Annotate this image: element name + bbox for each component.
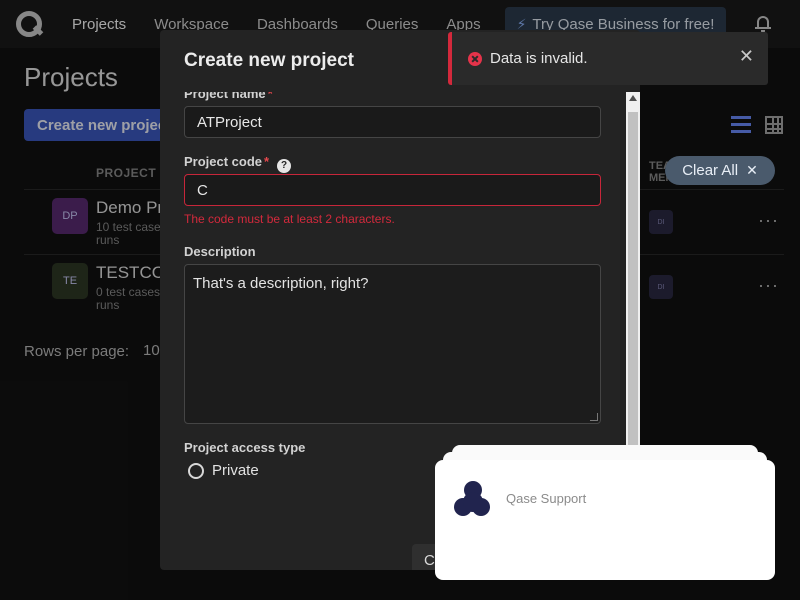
qase-support-logo-icon <box>453 480 493 520</box>
description-label: Description <box>184 244 256 259</box>
help-icon[interactable]: ? <box>277 159 292 173</box>
support-chat-widget[interactable]: Qase Support <box>435 460 775 580</box>
private-radio[interactable] <box>188 462 204 479</box>
modal-scrollbar[interactable] <box>626 92 640 452</box>
project-code-label-text: Project code <box>184 154 263 169</box>
project-code-label: Project code *? <box>184 154 292 173</box>
access-type-label: Project access type <box>184 440 306 455</box>
close-icon[interactable]: ✕ <box>739 47 754 65</box>
private-radio-label: Private <box>212 462 259 479</box>
project-name-input[interactable]: ATProject <box>184 106 601 138</box>
resize-handle-icon[interactable] <box>590 413 598 421</box>
project-code-error: The code must be at least 2 characters. <box>184 212 395 226</box>
scrollbar-thumb[interactable] <box>628 112 638 452</box>
description-textarea[interactable]: That's a description, right? <box>184 264 601 424</box>
project-name-label-text: Project name <box>184 92 266 101</box>
project-code-input[interactable]: C <box>184 174 601 206</box>
access-type-option-private[interactable]: Private <box>188 462 259 479</box>
clear-all-label: Clear All <box>682 162 739 179</box>
required-marker: * <box>267 92 273 101</box>
toast-message: Data is invalid. <box>490 50 588 67</box>
support-name: Qase Support <box>506 491 587 506</box>
scroll-up-arrow-icon[interactable] <box>629 95 637 101</box>
error-icon <box>468 51 482 66</box>
description-text: That's a description, right? <box>193 275 369 292</box>
project-name-label: Project name * <box>184 92 273 101</box>
required-marker: * <box>264 154 270 169</box>
modal-title: Create new project <box>184 50 354 71</box>
clear-all-button[interactable]: Clear All ✕ <box>665 156 775 185</box>
error-toast: Data is invalid. ✕ <box>448 32 768 85</box>
close-icon: ✕ <box>746 162 758 178</box>
